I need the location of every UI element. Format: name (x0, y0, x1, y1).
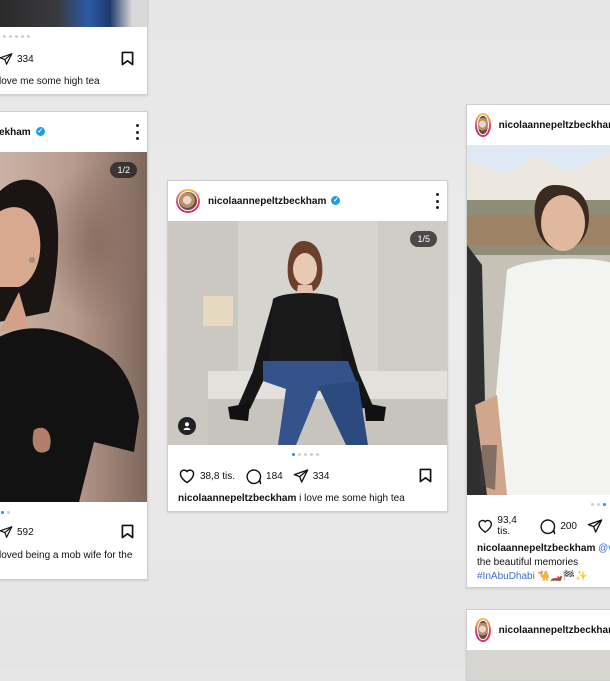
bookmark-icon[interactable] (419, 468, 432, 483)
post-card-top-left: 334 love me some high tea (0, 0, 148, 95)
caption-mention[interactable]: @vi (598, 543, 610, 554)
like-count: 38,8 tis. (200, 470, 236, 482)
post-photo[interactable]: 1/5 (168, 221, 447, 445)
share-count: 592 (17, 526, 34, 538)
post-photo[interactable] (0, 0, 147, 27)
post-header: nicolaannepeltzbeckham (467, 105, 610, 145)
post-caption: loved being a mob wife for the (0, 550, 133, 561)
caption-text: i love me some high tea (299, 493, 405, 504)
post-card-mid-left: ekham ✓ 1/2 592 loved being a mob wife fo… (0, 111, 148, 580)
comment-action[interactable]: 184 (245, 468, 283, 485)
post-card-bottom-right: nicolaannepeltzbeckham (466, 609, 610, 681)
send-icon (0, 53, 13, 65)
post-photo[interactable]: 1/2 (0, 152, 147, 502)
avatar[interactable] (176, 189, 200, 213)
like-count: 93,4 tis. (497, 515, 517, 537)
caption-username[interactable]: nicolaannepeltzbeckham (178, 493, 296, 504)
post-header: nicolaannepeltzbeckham ✓ (168, 181, 447, 221)
comment-icon (246, 468, 262, 484)
carousel-counter: 1/2 (110, 162, 137, 178)
woman-photo-illustration (0, 179, 139, 502)
post-caption: nicolaannepeltzbeckham i love me some hi… (178, 492, 437, 506)
bookmark-icon[interactable] (121, 524, 134, 539)
username[interactable]: nicolaannepeltzbeckham (499, 120, 610, 131)
bookmark-icon[interactable] (121, 51, 134, 66)
caption-emoji: 🐪🏎️🏁✨ (537, 571, 588, 582)
carousel-dots (591, 503, 606, 506)
heart-icon (478, 519, 493, 533)
post-header: ekham ✓ (0, 112, 147, 152)
send-icon (293, 469, 309, 483)
post-photo[interactable] (467, 145, 610, 495)
carousel-dots (3, 35, 30, 38)
comment-icon (540, 518, 556, 534)
comment-count: 184 (266, 470, 283, 482)
like-action[interactable]: 38,8 tis. (178, 468, 235, 484)
post-photo[interactable] (467, 650, 610, 680)
verified-icon: ✓ (35, 127, 45, 137)
heart-icon (179, 469, 195, 484)
post-caption: nicolaannepeltzbeckham @vi the beautiful… (477, 542, 610, 584)
carousel-dots (292, 453, 319, 456)
post-caption: love me some high tea (0, 76, 100, 87)
post-card-center: nicolaannepeltzbeckham ✓ 1/5 38,8 tis. 1… (167, 180, 448, 512)
caption-text: the beautiful memories (477, 557, 579, 568)
like-action[interactable]: 93,4 tis. (477, 515, 529, 537)
woman-photo-illustration (168, 221, 447, 445)
username[interactable]: nicolaannepeltzbeckham ✓ (208, 196, 341, 207)
comment-action[interactable]: 200 (539, 518, 577, 535)
share-action[interactable] (587, 518, 607, 534)
carousel-dots (1, 511, 10, 514)
share-action[interactable]: 592 (0, 525, 34, 539)
share-action[interactable]: 334 (293, 468, 330, 484)
tagged-users-icon[interactable] (178, 417, 196, 435)
post-header: nicolaannepeltzbeckham (467, 610, 610, 650)
send-icon (0, 526, 13, 538)
username[interactable]: ekham ✓ (0, 127, 45, 138)
caption-username[interactable]: nicolaannepeltzbeckham (477, 543, 595, 554)
more-options-icon[interactable] (135, 124, 139, 140)
action-bar: 93,4 tis. 200 (467, 515, 610, 537)
post-card-right: nicolaannepeltzbeckham 93,4 tis. 200 nic… (466, 104, 610, 588)
share-count: 334 (17, 53, 34, 65)
comment-count: 200 (560, 520, 577, 532)
more-options-icon[interactable] (435, 193, 439, 209)
caption-hashtag[interactable]: #InAbuDhabi (477, 571, 535, 582)
action-bar: 38,8 tis. 184 334 (168, 466, 447, 486)
avatar[interactable] (475, 113, 491, 137)
verified-icon: ✓ (331, 196, 341, 206)
username[interactable]: nicolaannepeltzbeckham (499, 625, 610, 636)
carousel-counter: 1/5 (410, 231, 437, 247)
share-count: 334 (312, 470, 330, 482)
man-photo-illustration (467, 145, 610, 495)
send-icon (587, 519, 603, 533)
share-action[interactable]: 334 (0, 52, 34, 66)
avatar[interactable] (475, 618, 491, 642)
